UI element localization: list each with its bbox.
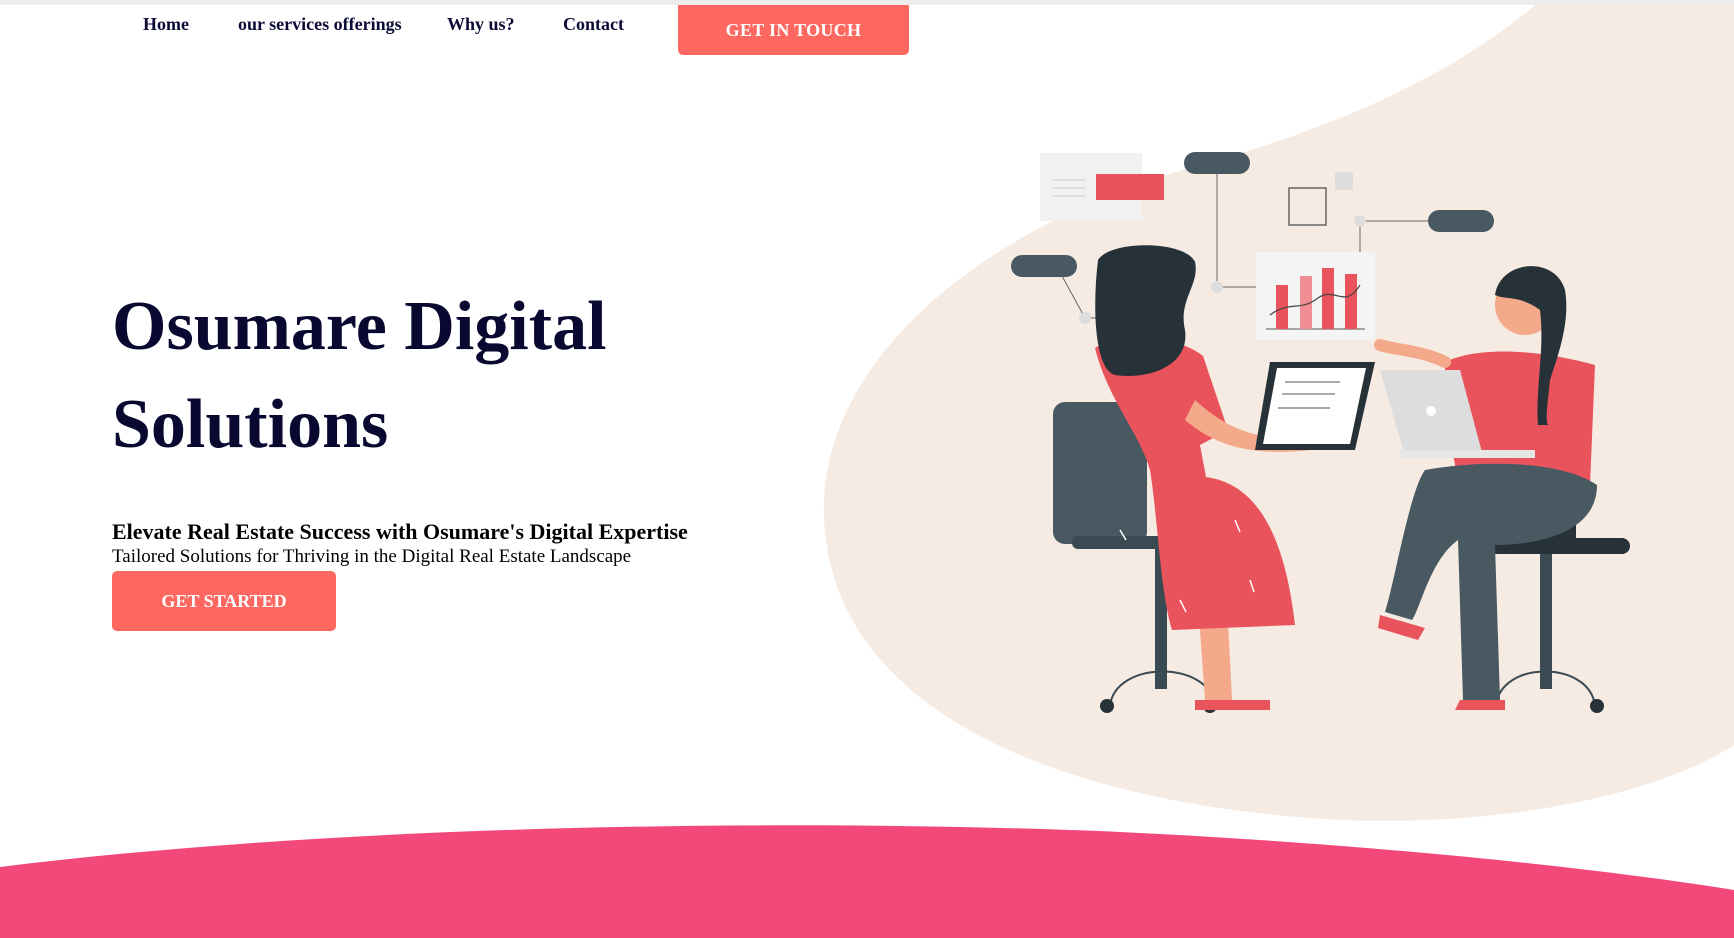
- hero-subtitle: Elevate Real Estate Success with Osumare…: [112, 519, 688, 544]
- tablet-device: [1255, 362, 1375, 450]
- get-in-touch-button[interactable]: GET IN TOUCH: [678, 5, 909, 55]
- nav-services-link[interactable]: our services offerings: [238, 14, 402, 35]
- nav-home-link[interactable]: Home: [143, 14, 189, 35]
- get-started-button[interactable]: GET STARTED: [112, 571, 336, 631]
- nav-contact-link[interactable]: Contact: [563, 14, 624, 35]
- top-navigation: Home our services offerings Why us? Cont…: [0, 0, 1734, 60]
- pink-footer-wave: [0, 825, 1734, 938]
- two-women-meeting-illustration: [1011, 152, 1630, 713]
- floating-ui-cards: [1011, 152, 1494, 324]
- title-line-1: Osumare Digital: [112, 288, 607, 365]
- right-woman-figure: [1374, 266, 1630, 713]
- hero-tagline: Tailored Solutions for Thriving in the D…: [112, 546, 632, 567]
- title-line-2: Solutions: [112, 386, 389, 463]
- nav-why-us-link[interactable]: Why us?: [447, 14, 515, 35]
- page-title: Osumare Digital Solutions: [112, 278, 752, 474]
- bar-chart-card: [1256, 252, 1375, 340]
